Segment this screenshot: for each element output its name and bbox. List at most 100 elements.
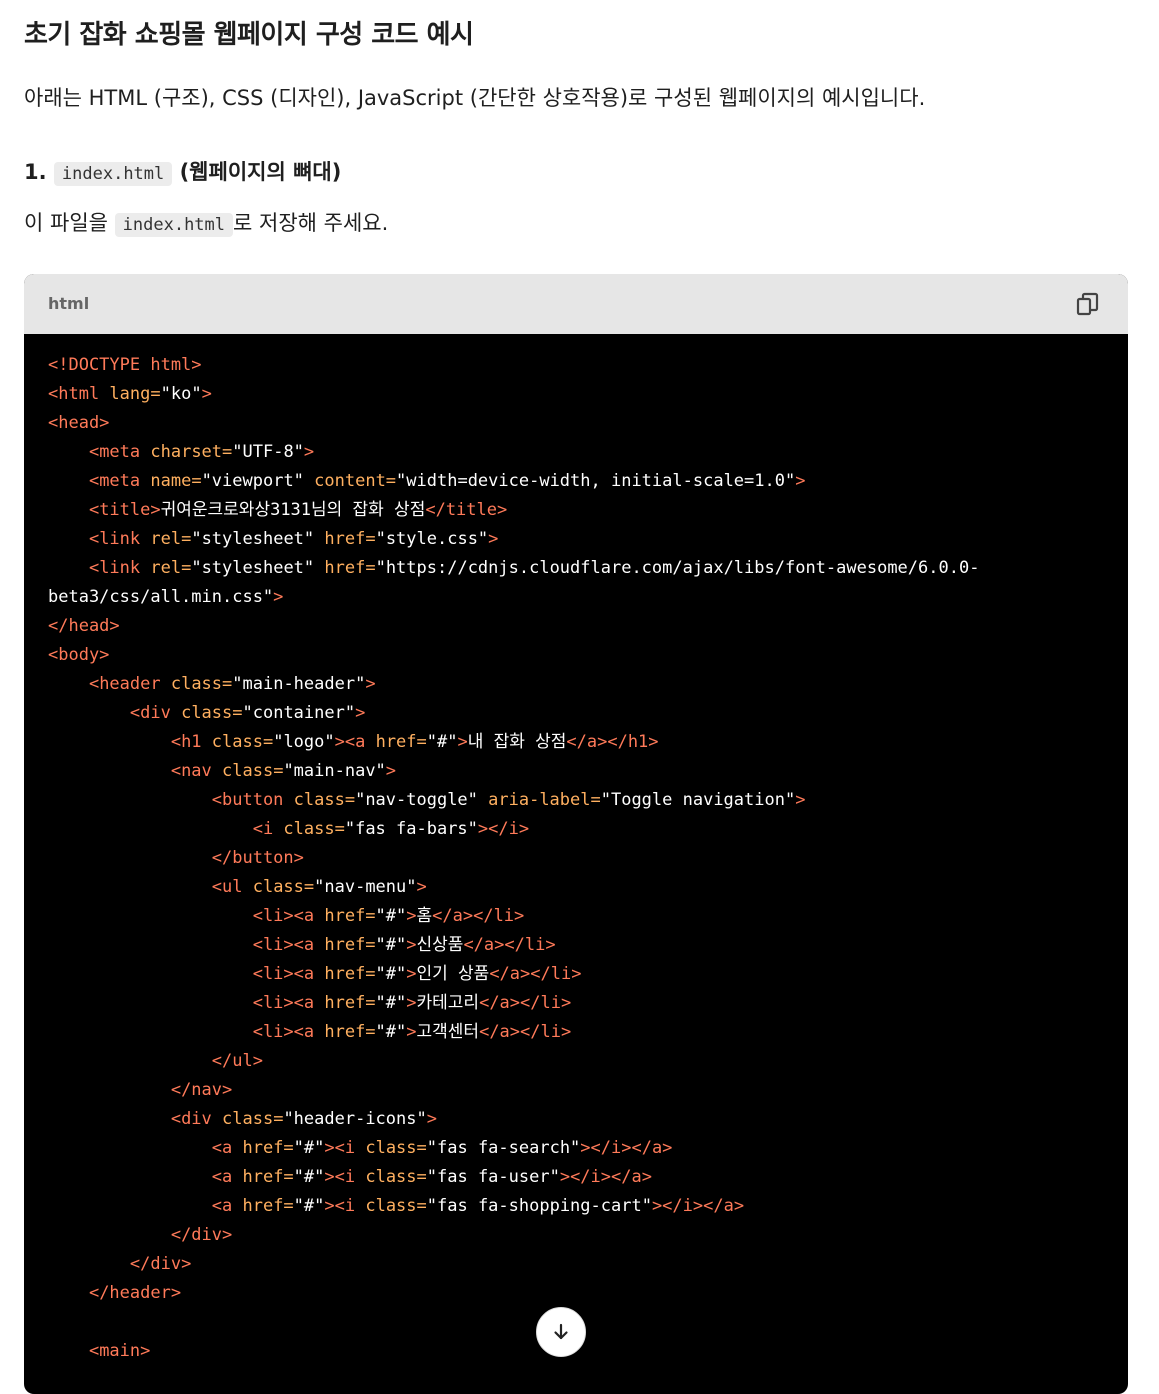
code-token: name= [150,471,202,491]
code-token: class= [222,761,284,781]
code-token: "container" [242,703,356,723]
code-token: > [201,384,212,404]
code-line: <li><a href="#">고객센터</a></li> [48,1018,1104,1047]
code-token: 고객센터 [416,1022,480,1042]
copy-icon [1076,292,1099,316]
code-token: "#" [293,1196,325,1216]
code-token: href= [242,1138,294,1158]
code-token: <li><a [252,935,325,955]
code-token: class= [170,674,233,694]
code-line: <div class="container"> [48,699,1104,728]
code-line: <li><a href="#">신상품</a></li> [48,931,1104,960]
code-line: <a href="#"><i class="fas fa-user"></i><… [48,1163,1104,1192]
code-token: > [355,703,366,723]
code-token: <div [170,1109,223,1129]
code-line: <meta name="viewport" content="width=dev… [48,467,1104,496]
code-token: <ul [211,877,253,897]
code-token: <li><a [252,1022,325,1042]
code-token: </a></li> [479,1022,572,1042]
code-token: <li><a [252,964,325,984]
arrow-down-icon [554,1323,568,1340]
code-token: class= [181,703,243,723]
code-line: <ul class="nav-menu"> [48,873,1104,902]
code-token: 카테고리 [416,993,480,1013]
code-line: </div> [48,1250,1104,1279]
code-token: <link [88,558,151,578]
code-token: "viewport" [201,471,304,491]
code-token: "fas fa-shopping-cart" [426,1196,652,1216]
code-token: "main-nav" [283,761,386,781]
code-token: href= [324,1022,376,1042]
scroll-to-bottom-button[interactable] [536,1307,586,1357]
code-token: > [406,993,417,1013]
code-token: <a [211,1167,243,1187]
code-token: <li><a [252,906,325,926]
code-token: class= [365,1138,427,1158]
copy-code-button[interactable] [1074,290,1102,318]
code-token: <button [211,790,294,810]
code-token: "#" [293,1167,325,1187]
code-line: <a href="#"><i class="fas fa-search"></i… [48,1134,1104,1163]
code-token: > [406,935,417,955]
code-token: rel= [150,529,192,549]
code-token: lang= [109,384,161,404]
code-token: "logo" [273,732,335,752]
code-token: "stylesheet" [191,558,315,578]
code-token: aria-label= [477,790,601,810]
code-token: "#" [375,1022,407,1042]
code-token: "ko" [160,384,202,404]
code-token: </ul> [211,1051,263,1071]
inline-code-filename: index.html [53,162,173,186]
code-token: <meta [88,471,151,491]
code-token: ></i> [477,819,530,839]
code-line: <header class="main-header"> [48,670,1104,699]
code-token: "nav-menu" [314,877,417,897]
code-token: <body> [48,645,110,665]
code-block: html <!DOCTYPE html> <html lang="ko"> <hea… [24,274,1128,1394]
code-token: > [795,471,806,491]
code-token: <nav [170,761,223,781]
code-token: <html [48,384,110,404]
code-token: content= [303,471,397,491]
code-token: </title> [425,500,508,520]
code-token: > [365,674,376,694]
code-token: </a></li> [463,935,556,955]
code-line: <title>귀여운크로와상3131님의 잡화 상점</title> [48,496,1104,525]
code-line: <head> [48,409,1104,438]
code-token: ><i [324,1138,366,1158]
code-line: <body> [48,641,1104,670]
code-token: ></i></a> [651,1196,745,1216]
code-token: class= [283,819,345,839]
code-line: <!DOCTYPE html> [48,351,1104,380]
code-line: <meta charset="UTF-8"> [48,438,1104,467]
code-content[interactable]: <!DOCTYPE html> <html lang="ko"> <head> <m… [24,334,1128,1366]
code-token: <i [252,819,284,839]
code-token: </head> [48,616,120,636]
code-token: 홈 [416,906,433,926]
code-token: > [385,761,397,781]
code-line: </head> [48,612,1104,641]
code-language-label: html [48,294,90,313]
code-line: </ul> [48,1047,1104,1076]
page-title: 초기 잡화 쇼핑몰 웹페이지 구성 코드 예시 [24,20,474,50]
code-token: href= [324,993,376,1013]
code-token: <!DOCTYPE html> [48,355,202,375]
code-token: 내 잡화 상점 [467,732,567,752]
note-suffix: 로 저장해 주세요. [233,211,389,235]
code-token: "fas fa-search" [426,1138,581,1158]
